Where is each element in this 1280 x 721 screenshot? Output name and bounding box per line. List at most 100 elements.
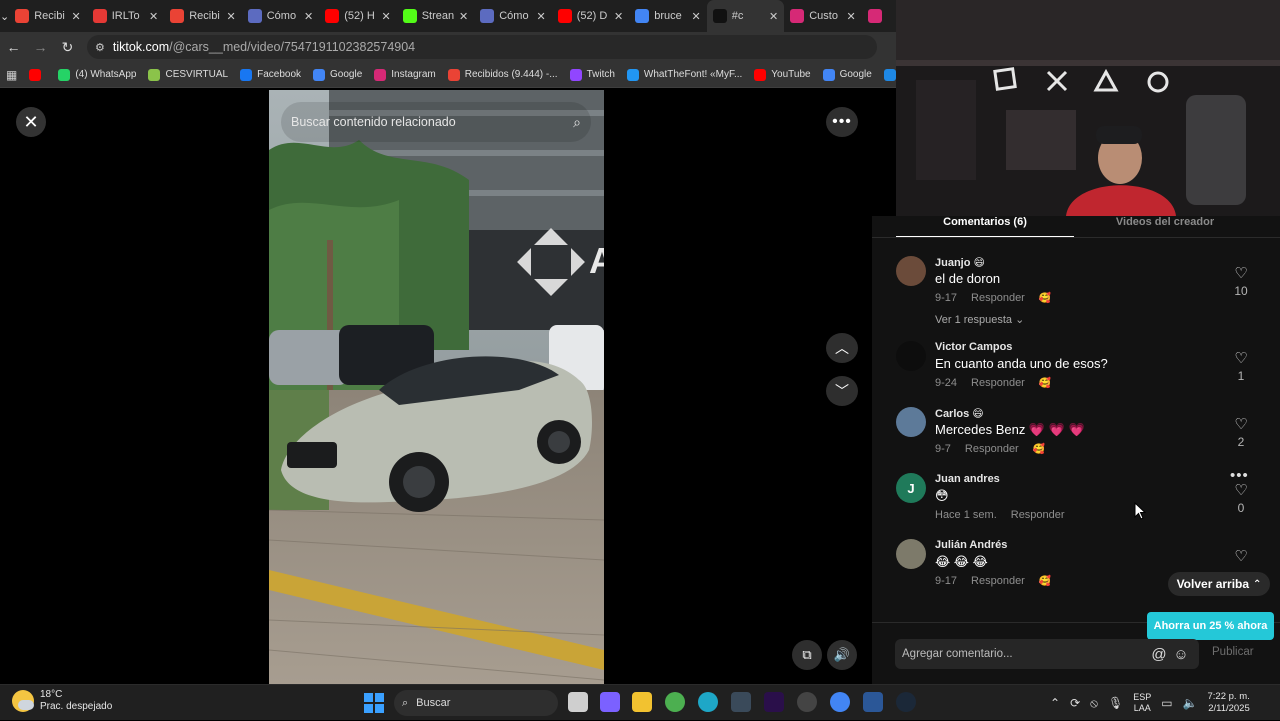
bookmark-item[interactable]: YouTube [754,68,811,81]
close-tab-icon[interactable]: ✕ [304,10,313,23]
volume-icon[interactable]: 🔈 [1183,696,1198,710]
obs-icon[interactable] [797,692,817,712]
browser-tab[interactable]: Cómo ✕ [242,0,320,32]
close-tab-icon[interactable]: ✕ [692,10,701,23]
bookmark-item[interactable]: Twitch [569,68,615,81]
bookmark-item[interactable]: (4) WhatsApp [58,68,136,81]
related-search-bar[interactable]: Buscar contenido relacionado ⌕ [281,102,591,142]
taskbar-search[interactable]: ⌕ Buscar [394,690,558,716]
comment-author[interactable]: Juan andres [935,473,1000,485]
back-arrow-icon[interactable]: ← [0,32,27,62]
reply-button[interactable]: Responder [971,292,1025,304]
bookmark-item[interactable]: Instagram [374,68,436,81]
like-button[interactable]: ♡ 0 [1233,483,1249,516]
reply-button[interactable]: Responder [971,575,1025,587]
bookmark-item[interactable] [29,68,46,81]
browser-tab[interactable]: Strean ✕ [397,0,475,32]
creator-liked-icon: 🥰 [1032,443,1046,455]
avatar[interactable] [896,407,926,437]
davinci-icon[interactable] [731,692,751,712]
like-button[interactable]: ♡ 2 [1233,417,1249,450]
volume-button[interactable]: 🔊 [827,640,857,670]
bookmark-item[interactable]: CESVIRTUAL [148,68,228,81]
promo-banner[interactable]: Ahorra un 25 % ahora [1147,612,1274,640]
scroll-to-top-button[interactable]: Volver arriba ⌃ [1168,572,1270,596]
close-tab-icon[interactable]: ✕ [382,10,391,23]
avatar[interactable] [896,341,926,371]
bookmark-item[interactable]: Google [822,68,872,81]
browser-tab[interactable]: #c ✕ [706,0,785,32]
microphone-icon[interactable]: 🎙 [1108,696,1123,710]
file-explorer-icon[interactable] [632,692,652,712]
steam-icon[interactable] [896,692,916,712]
language-indicator[interactable]: ESP LAA [1133,692,1151,714]
close-tab-icon[interactable]: ✕ [72,10,81,23]
more-options-button[interactable]: ••• [826,107,858,137]
previous-video-button[interactable]: ︿ [826,333,858,363]
like-button[interactable]: ♡ [1233,549,1249,565]
bookmark-item[interactable]: Recibidos (9.444) -... [447,68,558,81]
view-replies-button[interactable]: Ver 1 respuesta ⌄ [935,313,1024,326]
tab-creator-videos[interactable]: Videos del creador [1074,216,1256,238]
apps-grid-icon[interactable]: ▦ [6,68,17,82]
close-tab-icon[interactable]: ✕ [769,10,778,23]
word-icon[interactable] [863,692,883,712]
browser-tab[interactable]: (52) H ✕ [319,0,397,32]
browser-tab[interactable]: Custo ✕ [784,0,862,32]
like-button[interactable]: ♡ 10 [1233,266,1249,299]
browser-tab[interactable]: IRLTo ✕ [87,0,165,32]
copilot-icon[interactable] [600,692,620,712]
reply-button[interactable]: Responder [965,443,1019,455]
chevron-up-icon[interactable]: ⌃ [1050,696,1060,710]
reply-button[interactable]: Responder [1011,509,1065,521]
comment-author[interactable]: Juanjo 😄 [935,256,985,269]
browser-tab[interactable]: (52) D ✕ [552,0,630,32]
browser-tab[interactable]: Recibi ✕ [164,0,242,32]
edge-icon[interactable] [698,692,718,712]
bookmark-item[interactable]: Google [313,68,362,81]
close-button[interactable]: ✕ [16,107,46,137]
reply-button[interactable]: Responder [971,377,1025,389]
tab-search-chevron-icon[interactable]: ⌄ [0,0,9,32]
close-tab-icon[interactable]: ✕ [459,10,468,23]
close-tab-icon[interactable]: ✕ [227,10,236,23]
browser-tab[interactable]: Recibi ✕ [9,0,87,32]
close-tab-icon[interactable]: ✕ [614,10,623,23]
like-button[interactable]: ♡ 1 [1233,351,1249,384]
url-field[interactable]: ⚙ tiktok.com/@cars__med/video/7547191102… [87,35,877,59]
picture-in-picture-button[interactable]: ⧉ [792,640,822,670]
network-off-icon[interactable]: ⦸ [1090,696,1098,711]
avatar[interactable] [896,256,926,286]
clock[interactable]: 7:22 p. m. 2/11/2025 [1208,691,1250,715]
chrome-active-icon[interactable] [830,692,850,712]
close-tab-icon[interactable]: ✕ [847,10,856,23]
sync-icon[interactable]: ⟳ [1070,696,1080,710]
premiere-icon[interactable] [764,692,784,712]
browser-tab[interactable]: Cómo ✕ [474,0,552,32]
weather-widget[interactable]: 18°C Prac. despejado [12,689,112,713]
close-tab-icon[interactable]: ✕ [537,10,546,23]
comment-input[interactable]: Agregar comentario... @ ☺ [895,639,1199,669]
task-view-icon[interactable] [568,692,588,712]
mention-icon[interactable]: @ [1148,646,1170,663]
bookmark-item[interactable]: Facebook [240,68,301,81]
comment-author[interactable]: Julián Andrés [935,539,1007,551]
close-tab-icon[interactable]: ✕ [149,10,158,23]
reload-icon[interactable]: ↻ [54,32,81,62]
avatar[interactable] [896,539,926,569]
next-video-button[interactable]: ﹀ [826,376,858,406]
bookmark-item[interactable]: WhatTheFont! «MyF... [626,68,742,81]
comment-author[interactable]: Carlos 😄 [935,407,984,420]
start-button[interactable] [364,693,384,713]
video-player[interactable]: A Buscar contenido relacionado ⌕ [269,90,604,684]
comment-author[interactable]: Victor Campos [935,341,1012,353]
publish-button[interactable]: Publicar [1212,646,1254,658]
forward-arrow-icon[interactable]: → [27,32,54,62]
chrome-icon[interactable] [665,692,685,712]
tab-comments[interactable]: Comentarios (6) [896,216,1074,238]
browser-tab[interactable]: bruce ✕ [629,0,707,32]
site-settings-icon[interactable]: ⚙ [95,41,105,54]
emoji-icon[interactable]: ☺ [1170,646,1192,663]
avatar[interactable]: J [896,473,926,503]
display-icon[interactable]: ▭ [1161,696,1172,710]
